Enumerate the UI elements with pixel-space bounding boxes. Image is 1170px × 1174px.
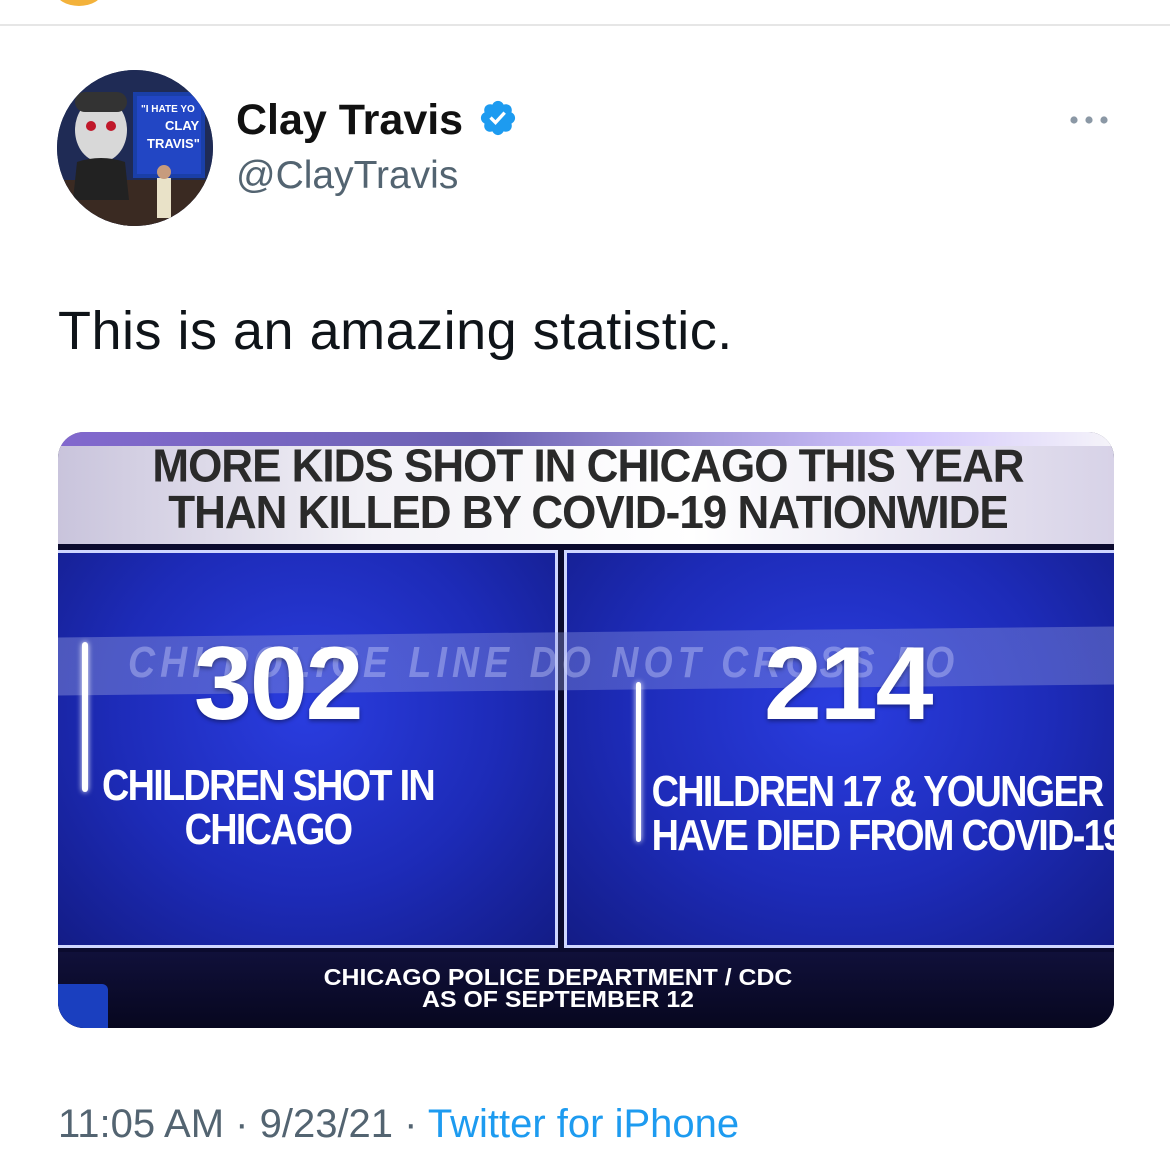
tweet-date[interactable]: 9/23/21 — [260, 1102, 393, 1146]
stat-left-number: 302 — [194, 626, 364, 742]
stat-right-label: CHILDREN 17 & YOUNGER HAVE DIED FROM COV… — [651, 767, 1114, 860]
media-headline: MORE KIDS SHOT IN CHICAGO THIS YEAR THAN… — [118, 440, 1058, 539]
stat-right-number: 214 — [764, 626, 934, 742]
avatar-sign-line2: CLAY — [165, 118, 200, 133]
avatar[interactable]: "I HATE YO CLAY TRAVIS" — [57, 70, 213, 226]
tweet-source-link[interactable]: Twitter for iPhone — [428, 1102, 739, 1146]
stat-panel-right — [564, 550, 1114, 948]
separator: · — [224, 1102, 260, 1146]
network-logo — [58, 984, 108, 1028]
tweet-timestamp: 11:05 AM · 9/23/21 · Twitter for iPhone — [58, 1102, 739, 1147]
more-horizontal-icon[interactable] — [1066, 108, 1112, 132]
avatar-sign-line3: TRAVIS" — [147, 136, 200, 151]
display-name[interactable]: Clay Travis — [236, 96, 463, 145]
separator: · — [393, 1102, 428, 1146]
handle[interactable]: @ClayTravis — [236, 154, 458, 198]
top-edge-avatar-fragment — [56, 0, 102, 6]
stat-left-label-line1: CHILDREN SHOT IN — [102, 761, 436, 810]
headline-line1: MORE KIDS SHOT IN CHICAGO THIS YEAR — [152, 440, 1024, 493]
stat-panel-left — [58, 550, 558, 948]
top-divider — [0, 24, 1170, 26]
source-line2: AS OF SEPTEMBER 12 — [422, 986, 694, 1012]
stat-left-label-line2: CHICAGO — [184, 805, 353, 854]
stat-right-label-line1: CHILDREN 17 & YOUNGER — [651, 767, 1105, 816]
headline-line2: THAN KILLED BY COVID-19 NATIONWIDE — [168, 486, 1009, 539]
source-line1: CHICAGO POLICE DEPARTMENT / CDC — [323, 964, 793, 990]
media-source-caption: CHICAGO POLICE DEPARTMENT / CDC AS OF SE… — [256, 964, 861, 1012]
stat-right-label-line2: HAVE DIED FROM COVID-19 — [651, 811, 1114, 860]
avatar-image: "I HATE YO CLAY TRAVIS" — [57, 70, 213, 226]
tweet-time[interactable]: 11:05 AM — [58, 1102, 224, 1146]
verified-badge-icon — [480, 100, 516, 136]
avatar-sign-line1: "I HATE YO — [141, 104, 195, 115]
stat-left-label: CHILDREN SHOT IN CHICAGO — [79, 764, 457, 852]
tweet-text: This is an amazing statistic. — [58, 301, 733, 361]
light-streak — [636, 682, 641, 842]
tweet-media-image[interactable]: MORE KIDS SHOT IN CHICAGO THIS YEAR THAN… — [58, 432, 1114, 1028]
